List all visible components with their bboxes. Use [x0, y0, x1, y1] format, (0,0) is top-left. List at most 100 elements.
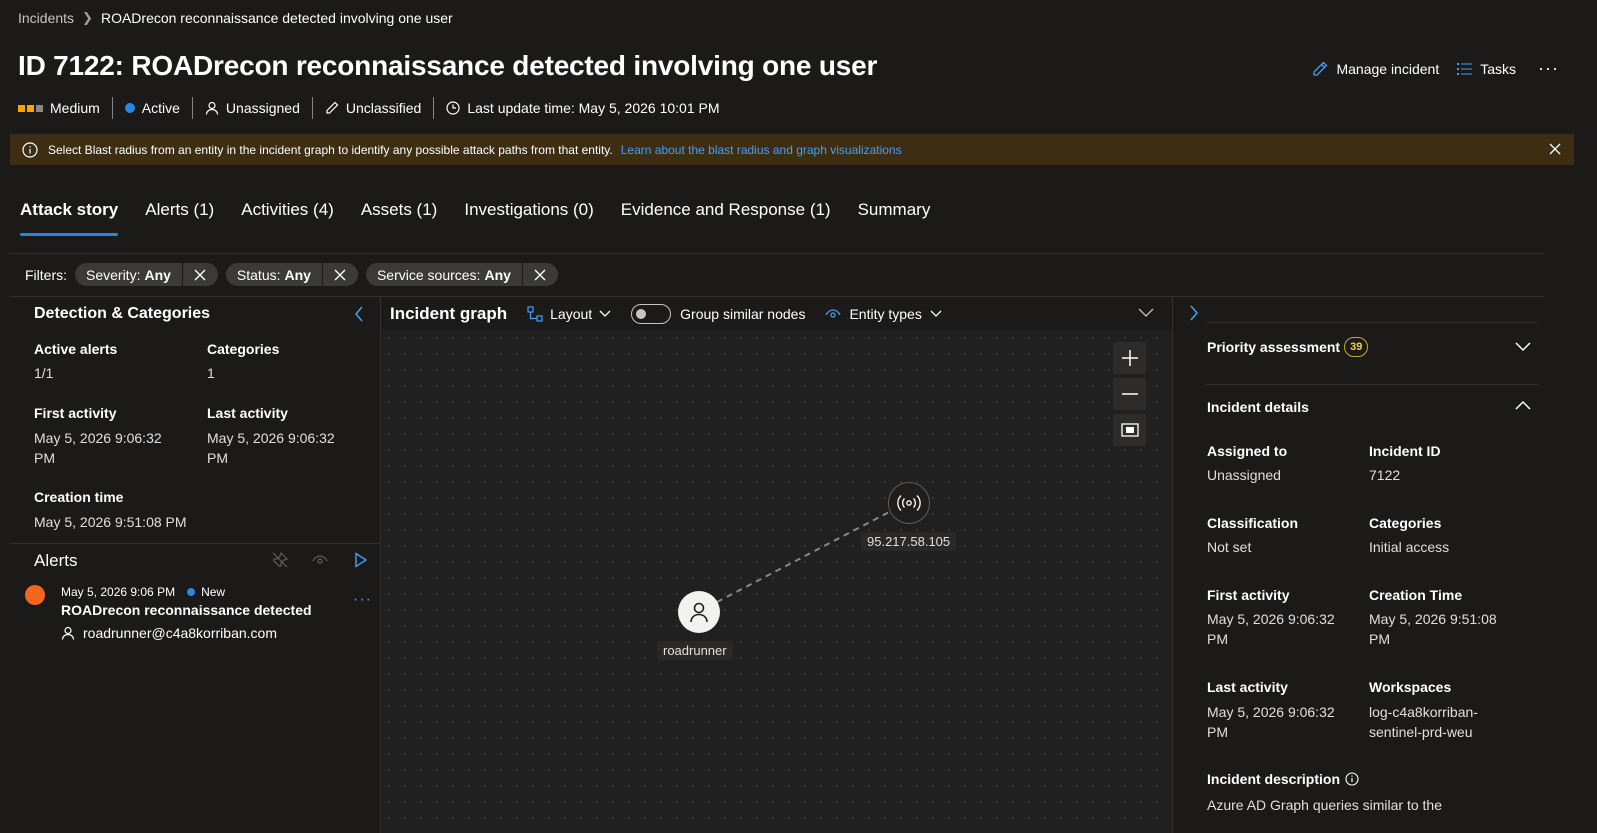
severity-bars-icon — [18, 104, 43, 112]
ip-node[interactable] — [888, 482, 930, 524]
last-activity-label: Last activity — [207, 405, 288, 421]
status-label: Active — [141, 100, 180, 116]
priority-assessment-header[interactable]: Priority assessment 39 — [1207, 337, 1369, 357]
entity-types-dropdown[interactable]: Entity types — [825, 306, 942, 322]
layout-label: Layout — [550, 305, 593, 322]
tab-evidence-response[interactable]: Evidence and Response (1) — [621, 200, 831, 236]
collapse-graph-chevron-icon[interactable] — [1138, 308, 1154, 318]
severity-indicator: Medium — [18, 97, 113, 119]
tab-activities[interactable]: Activities (4) — [241, 200, 334, 236]
categories-label: Categories — [1369, 515, 1442, 531]
severity-filter-pill[interactable]: Severity: Any — [75, 263, 218, 286]
incident-description-header: Incident description — [1207, 771, 1359, 787]
banner-message: Select Blast radius from an entity in th… — [48, 142, 613, 157]
graph-toolbar: Incident graph Layout Group similar node… — [381, 296, 1172, 330]
alert-more-button[interactable]: ··· — [353, 591, 372, 609]
filters-label: Filters: — [25, 266, 67, 283]
remove-status-filter-icon[interactable] — [321, 263, 358, 286]
alert-user-upn[interactable]: roadrunner@c4a8korriban.com — [83, 625, 277, 641]
service-sources-filter-pill[interactable]: Service sources: Any — [365, 263, 558, 286]
broadcast-icon — [896, 494, 922, 512]
eye-icon[interactable] — [312, 552, 328, 568]
incident-details-title[interactable]: Incident details — [1207, 399, 1309, 415]
creation-time-label: Creation Time — [1369, 587, 1463, 603]
collapse-left-chevron-icon[interactable] — [354, 306, 364, 322]
play-icon[interactable] — [354, 552, 368, 568]
tasks-button[interactable]: Tasks — [1457, 61, 1516, 77]
incident-tabs: Attack story Alerts (1) Activities (4) A… — [20, 200, 930, 236]
incident-description-label: Incident description — [1207, 771, 1341, 787]
alert-status: New — [201, 585, 226, 599]
assigned-to-label: Assigned to — [1207, 443, 1288, 459]
filters-bar: Filters: Severity: Any Status: Any Service… — [25, 263, 558, 286]
alert-list-item[interactable]: May 5, 2026 9:06 PM New ROADrecon reconn… — [10, 577, 380, 645]
alert-name[interactable]: ROADrecon reconnaissance detected — [61, 602, 312, 618]
detection-panel: Detection & Categories Active alerts 1/1… — [10, 296, 381, 833]
incident-description-value: Azure AD Graph queries similar to the — [1207, 797, 1442, 813]
person-icon — [205, 101, 219, 115]
more-actions-button[interactable]: ··· — [1538, 58, 1559, 79]
alert-meta: May 5, 2026 9:06 PM New — [61, 585, 225, 599]
assigned-label: Unassigned — [225, 100, 300, 116]
chevron-down-icon — [599, 310, 611, 318]
classification-value: Not set — [1207, 539, 1252, 555]
creation-time-value: May 5, 2026 9:51:08 PM — [34, 514, 187, 530]
tabs-divider — [10, 253, 1544, 254]
zoom-out-button[interactable] — [1113, 378, 1146, 410]
first-activity-value: May 5, 2026 9:06:32 PM — [1207, 611, 1335, 647]
chevron-down-icon[interactable] — [1515, 342, 1531, 352]
last-update-indicator: Last update time: May 5, 2026 10:01 PM — [434, 97, 731, 119]
graph-edge — [716, 509, 894, 603]
tab-investigations[interactable]: Investigations (0) — [464, 200, 593, 236]
severity-filter-value: Any — [144, 266, 171, 283]
workspaces-label: Workspaces — [1369, 679, 1452, 695]
severity-filter-key: Severity: — [86, 266, 141, 283]
banner-learn-link[interactable]: Learn about the blast radius and graph v… — [621, 143, 902, 157]
categories-label: Categories — [207, 341, 280, 357]
active-alerts-value: 1/1 — [34, 365, 54, 381]
status-filter-value: Any — [284, 266, 311, 283]
priority-divider — [1207, 384, 1537, 385]
chevron-up-icon[interactable] — [1515, 400, 1531, 410]
breadcrumb-incidents-link[interactable]: Incidents — [18, 10, 74, 26]
categories-value: Initial access — [1369, 539, 1450, 555]
info-icon — [22, 141, 38, 158]
chevron-right-icon: ❯ — [82, 10, 93, 25]
toggle-switch[interactable] — [631, 303, 672, 324]
right-top-divider — [1207, 322, 1537, 323]
tab-attack-story[interactable]: Attack story — [20, 200, 119, 236]
expand-right-chevron-icon[interactable] — [1189, 305, 1199, 321]
tab-assets[interactable]: Assets (1) — [361, 200, 438, 236]
ip-node-label: 95.217.58.105 — [861, 532, 957, 551]
task-list-icon — [1457, 62, 1473, 76]
alert-time: May 5, 2026 9:06 PM — [61, 585, 176, 599]
group-similar-label: Group similar nodes — [680, 305, 806, 322]
creation-time-value: May 5, 2026 9:51:08 PM — [1369, 611, 1497, 647]
new-status-dot-icon — [187, 588, 196, 596]
remove-service-sources-filter-icon[interactable] — [521, 263, 558, 286]
unpin-icon[interactable] — [272, 552, 288, 568]
manage-incident-button[interactable]: Manage incident — [1312, 61, 1439, 77]
info-icon[interactable] — [1345, 772, 1359, 786]
creation-time-label: Creation time — [34, 489, 124, 505]
tab-summary[interactable]: Summary — [858, 200, 931, 236]
user-node[interactable] — [678, 591, 720, 633]
remove-severity-filter-icon[interactable] — [181, 263, 218, 286]
classification-label: Unclassified — [345, 100, 422, 116]
status-filter-pill[interactable]: Status: Any — [225, 263, 358, 286]
incident-graph-canvas[interactable]: 95.217.58.105 roadrunner — [381, 330, 1172, 833]
page-title: ID 7122: ROADrecon reconnaissance detect… — [18, 50, 878, 81]
zoom-in-button[interactable] — [1113, 342, 1146, 374]
group-similar-toggle[interactable]: Group similar nodes — [631, 303, 806, 324]
person-icon — [688, 601, 710, 623]
layout-dropdown[interactable]: Layout — [527, 306, 611, 322]
first-activity-label: First activity — [34, 405, 117, 421]
workspaces-value[interactable]: log-c4a8korriban-sentinel-prd-weu — [1369, 702, 1499, 742]
incident-id-label: Incident ID — [1369, 443, 1441, 459]
info-banner: Select Blast radius from an entity in th… — [10, 134, 1574, 165]
close-icon[interactable] — [1548, 142, 1562, 156]
user-node-label: roadrunner — [657, 641, 733, 660]
tab-alerts[interactable]: Alerts (1) — [145, 200, 214, 236]
fit-to-screen-button[interactable] — [1113, 414, 1146, 446]
incident-meta-row: Medium Active Unassigned Unclassified La… — [18, 97, 732, 119]
